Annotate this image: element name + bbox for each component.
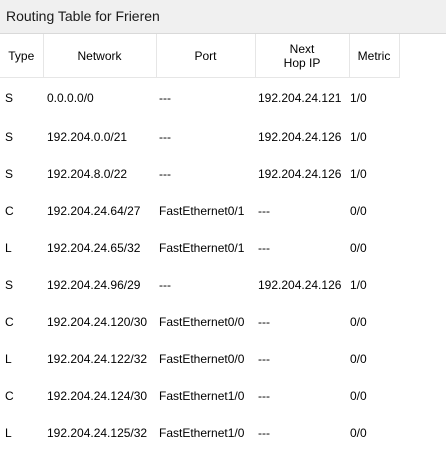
table-row: C 192.204.24.124/30 FastEthernet1/0 --- … [0, 377, 399, 414]
cell-metric: 1/0 [350, 129, 367, 144]
cell-type: L [5, 425, 12, 440]
cell-next-hop: --- [258, 351, 270, 366]
cell-type: S [5, 166, 14, 181]
cell-network: 192.204.24.125/32 [47, 425, 148, 440]
cell-type: C [5, 388, 14, 403]
cell-metric: 0/0 [350, 388, 367, 403]
cell-network: 192.204.24.124/30 [47, 388, 148, 403]
cell-port: FastEthernet1/0 [159, 425, 245, 440]
table-row: C 192.204.24.120/30 FastEthernet0/0 --- … [0, 303, 399, 340]
cell-type: L [5, 351, 12, 366]
column-header-type[interactable]: Type [0, 34, 44, 78]
cell-type: C [5, 203, 14, 218]
cell-next-hop: 192.204.24.126 [258, 129, 342, 144]
cell-next-hop: --- [258, 240, 270, 255]
table-row: S 192.204.8.0/22 --- 192.204.24.126 1/0 [0, 155, 399, 192]
column-header-metric-label: Metric [357, 48, 391, 63]
routing-table-container[interactable]: Type Network Port Next Hop IP Metric S 0… [0, 34, 446, 461]
table-row: C 192.204.24.64/27 FastEthernet0/1 --- 0… [0, 192, 399, 229]
cell-next-hop: 192.204.24.121 [258, 91, 342, 105]
cell-port: FastEthernet0/0 [159, 351, 245, 366]
cell-metric: 0/0 [350, 314, 367, 329]
cell-network: 192.204.0.0/21 [47, 129, 128, 144]
table-row: S 0.0.0.0/0 --- 192.204.24.121 1/0 [0, 78, 399, 119]
cell-metric: 1/0 [350, 91, 367, 105]
cell-port: --- [159, 91, 171, 105]
cell-metric: 0/0 [350, 240, 367, 255]
title-bar: Routing Table for Frieren [0, 0, 446, 34]
cell-network: 192.204.24.122/32 [47, 351, 148, 366]
table-row: S 192.204.0.0/21 --- 192.204.24.126 1/0 [0, 118, 399, 155]
cell-network: 192.204.8.0/22 [47, 166, 128, 181]
cell-metric: 0/0 [350, 425, 367, 440]
cell-metric: 1/0 [350, 166, 367, 181]
table-row: L 192.204.24.122/32 FastEthernet0/0 --- … [0, 340, 399, 377]
table-header-row: Type Network Port Next Hop IP Metric [0, 34, 400, 78]
cell-port: FastEthernet0/0 [159, 314, 245, 329]
cell-next-hop: --- [258, 425, 270, 440]
window-title: Routing Table for Frieren [6, 8, 160, 24]
cell-metric: 0/0 [350, 351, 367, 366]
column-header-metric[interactable]: Metric [349, 34, 400, 78]
column-header-port[interactable]: Port [156, 34, 256, 78]
cell-network: 192.204.24.65/32 [47, 240, 141, 255]
cell-port: --- [159, 129, 171, 144]
cell-metric: 1/0 [350, 277, 367, 292]
column-header-next-hop[interactable]: Next Hop IP [255, 34, 350, 78]
cell-type: C [5, 314, 14, 329]
cell-network: 192.204.24.64/27 [47, 203, 141, 218]
cell-next-hop: --- [258, 388, 270, 403]
table-row: S 192.204.24.96/29 --- 192.204.24.126 1/… [0, 266, 399, 303]
table-row: L 192.204.24.125/32 FastEthernet1/0 --- … [0, 414, 399, 451]
routing-table: Type Network Port Next Hop IP Metric S 0… [0, 34, 400, 451]
cell-type: S [5, 129, 14, 144]
cell-network: 0.0.0.0/0 [47, 91, 94, 105]
column-header-network[interactable]: Network [43, 34, 157, 78]
cell-port: FastEthernet1/0 [159, 388, 245, 403]
cell-next-hop: --- [258, 314, 270, 329]
cell-network: 192.204.24.96/29 [47, 277, 141, 292]
column-header-next-hop-label-line2: Hop IP [283, 55, 321, 70]
cell-port: FastEthernet0/1 [159, 240, 245, 255]
table-row: L 192.204.24.65/32 FastEthernet0/1 --- 0… [0, 229, 399, 266]
cell-port: --- [159, 277, 171, 292]
column-header-network-label: Network [77, 48, 122, 63]
cell-type: S [5, 91, 14, 105]
cell-metric: 0/0 [350, 203, 367, 218]
column-header-type-label: Type [8, 48, 35, 63]
cell-next-hop: 192.204.24.126 [258, 277, 342, 292]
cell-type: L [5, 240, 12, 255]
cell-network: 192.204.24.120/30 [47, 314, 148, 329]
cell-type: S [5, 277, 14, 292]
column-header-next-hop-label-line1: Next [289, 41, 315, 56]
column-header-port-label: Port [194, 48, 217, 63]
cell-port: --- [159, 166, 171, 181]
cell-next-hop: --- [258, 203, 270, 218]
cell-next-hop: 192.204.24.126 [258, 166, 342, 181]
cell-port: FastEthernet0/1 [159, 203, 245, 218]
